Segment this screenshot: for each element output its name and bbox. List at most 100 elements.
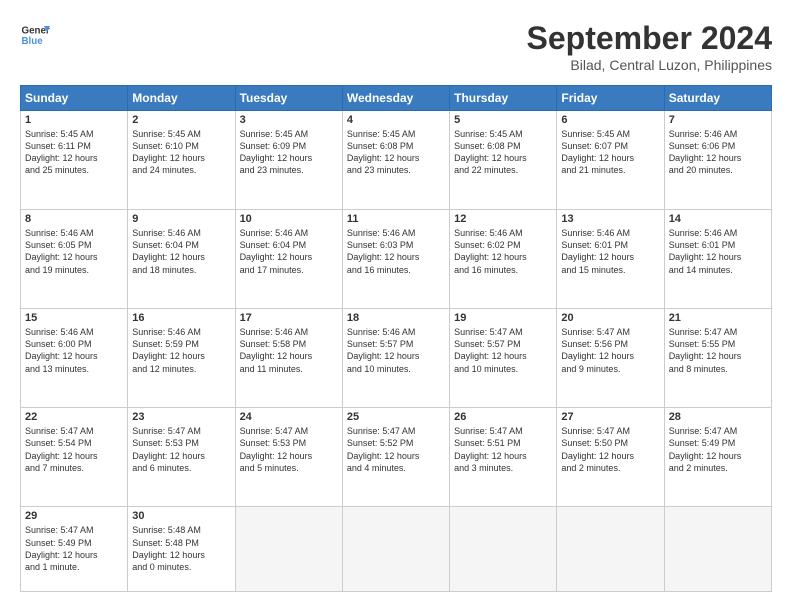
day-number: 4 — [347, 114, 445, 126]
day-number: 26 — [454, 411, 552, 423]
calendar-cell: 18 Sunrise: 5:46 AM Sunset: 5:57 PM Dayli… — [342, 309, 449, 408]
col-tuesday: Tuesday — [235, 86, 342, 111]
day-info: Sunrise: 5:47 AM Sunset: 5:54 PM Dayligh… — [25, 425, 123, 474]
day-info: Sunrise: 5:46 AM Sunset: 6:04 PM Dayligh… — [132, 227, 230, 276]
day-info: Sunrise: 5:45 AM Sunset: 6:08 PM Dayligh… — [454, 128, 552, 177]
day-info: Sunrise: 5:46 AM Sunset: 6:01 PM Dayligh… — [561, 227, 659, 276]
calendar-cell — [664, 507, 771, 592]
calendar-cell: 10 Sunrise: 5:46 AM Sunset: 6:04 PM Dayli… — [235, 210, 342, 309]
day-info: Sunrise: 5:45 AM Sunset: 6:07 PM Dayligh… — [561, 128, 659, 177]
calendar-cell: 16 Sunrise: 5:46 AM Sunset: 5:59 PM Dayli… — [128, 309, 235, 408]
calendar-cell: 19 Sunrise: 5:47 AM Sunset: 5:57 PM Dayli… — [450, 309, 557, 408]
day-number: 6 — [561, 114, 659, 126]
day-number: 22 — [25, 411, 123, 423]
calendar-page: General Blue September 2024 Bilad, Centr… — [0, 0, 792, 612]
day-number: 11 — [347, 213, 445, 225]
day-info: Sunrise: 5:46 AM Sunset: 6:05 PM Dayligh… — [25, 227, 123, 276]
calendar-cell: 2 Sunrise: 5:45 AM Sunset: 6:10 PM Daylig… — [128, 111, 235, 210]
table-row: 22 Sunrise: 5:47 AM Sunset: 5:54 PM Dayli… — [21, 408, 772, 507]
calendar-cell: 6 Sunrise: 5:45 AM Sunset: 6:07 PM Daylig… — [557, 111, 664, 210]
calendar-cell: 9 Sunrise: 5:46 AM Sunset: 6:04 PM Daylig… — [128, 210, 235, 309]
day-number: 10 — [240, 213, 338, 225]
day-number: 19 — [454, 312, 552, 324]
calendar-cell: 24 Sunrise: 5:47 AM Sunset: 5:53 PM Dayli… — [235, 408, 342, 507]
day-info: Sunrise: 5:46 AM Sunset: 6:04 PM Dayligh… — [240, 227, 338, 276]
month-title: September 2024 — [527, 20, 772, 57]
day-number: 18 — [347, 312, 445, 324]
day-number: 12 — [454, 213, 552, 225]
day-number: 24 — [240, 411, 338, 423]
day-number: 23 — [132, 411, 230, 423]
calendar-cell — [342, 507, 449, 592]
col-saturday: Saturday — [664, 86, 771, 111]
day-number: 1 — [25, 114, 123, 126]
calendar-cell: 8Sunrise: 5:46 AM Sunset: 6:05 PM Daylig… — [21, 210, 128, 309]
day-info: Sunrise: 5:45 AM Sunset: 6:09 PM Dayligh… — [240, 128, 338, 177]
location-subtitle: Bilad, Central Luzon, Philippines — [527, 57, 772, 73]
table-row: 1 Sunrise: 5:45 AM Sunset: 6:11 PM Daylig… — [21, 111, 772, 210]
calendar-cell: 30 Sunrise: 5:48 AM Sunset: 5:48 PM Dayli… — [128, 507, 235, 592]
day-number: 5 — [454, 114, 552, 126]
day-number: 21 — [669, 312, 767, 324]
day-number: 13 — [561, 213, 659, 225]
calendar-cell: 25Sunrise: 5:47 AM Sunset: 5:52 PM Dayli… — [342, 408, 449, 507]
day-number: 2 — [132, 114, 230, 126]
calendar-cell: 26Sunrise: 5:47 AM Sunset: 5:51 PM Dayli… — [450, 408, 557, 507]
day-info: Sunrise: 5:46 AM Sunset: 6:01 PM Dayligh… — [669, 227, 767, 276]
calendar-cell: 27Sunrise: 5:47 AM Sunset: 5:50 PM Dayli… — [557, 408, 664, 507]
day-info: Sunrise: 5:47 AM Sunset: 5:53 PM Dayligh… — [240, 425, 338, 474]
day-number: 17 — [240, 312, 338, 324]
day-info: Sunrise: 5:46 AM Sunset: 5:57 PM Dayligh… — [347, 326, 445, 375]
col-thursday: Thursday — [450, 86, 557, 111]
day-info: Sunrise: 5:47 AM Sunset: 5:53 PM Dayligh… — [132, 425, 230, 474]
table-row: 15 Sunrise: 5:46 AM Sunset: 6:00 PM Dayli… — [21, 309, 772, 408]
calendar-cell: 21 Sunrise: 5:47 AM Sunset: 5:55 PM Dayli… — [664, 309, 771, 408]
col-wednesday: Wednesday — [342, 86, 449, 111]
calendar-cell — [557, 507, 664, 592]
day-number: 30 — [132, 510, 230, 522]
day-number: 3 — [240, 114, 338, 126]
day-number: 20 — [561, 312, 659, 324]
calendar-cell: 13 Sunrise: 5:46 AM Sunset: 6:01 PM Dayli… — [557, 210, 664, 309]
calendar-cell: 7Sunrise: 5:46 AM Sunset: 6:06 PM Daylig… — [664, 111, 771, 210]
day-info: Sunrise: 5:47 AM Sunset: 5:55 PM Dayligh… — [669, 326, 767, 375]
calendar-cell: 28Sunrise: 5:47 AM Sunset: 5:49 PM Dayli… — [664, 408, 771, 507]
calendar-cell: 11 Sunrise: 5:46 AM Sunset: 6:03 PM Dayli… — [342, 210, 449, 309]
calendar-cell: 17 Sunrise: 5:46 AM Sunset: 5:58 PM Dayli… — [235, 309, 342, 408]
day-number: 28 — [669, 411, 767, 423]
day-info: Sunrise: 5:47 AM Sunset: 5:50 PM Dayligh… — [561, 425, 659, 474]
calendar-cell — [450, 507, 557, 592]
day-number: 15 — [25, 312, 123, 324]
day-number: 16 — [132, 312, 230, 324]
header-row: Sunday Monday Tuesday Wednesday Thursday… — [21, 86, 772, 111]
table-row: 29 Sunrise: 5:47 AM Sunset: 5:49 PM Dayli… — [21, 507, 772, 592]
day-number: 9 — [132, 213, 230, 225]
day-info: Sunrise: 5:48 AM Sunset: 5:48 PM Dayligh… — [132, 524, 230, 573]
calendar-cell — [235, 507, 342, 592]
day-number: 29 — [25, 510, 123, 522]
day-info: Sunrise: 5:47 AM Sunset: 5:49 PM Dayligh… — [25, 524, 123, 573]
calendar-table: Sunday Monday Tuesday Wednesday Thursday… — [20, 85, 772, 592]
calendar-cell: 29 Sunrise: 5:47 AM Sunset: 5:49 PM Dayli… — [21, 507, 128, 592]
logo-icon: General Blue — [20, 20, 50, 50]
day-info: Sunrise: 5:46 AM Sunset: 5:59 PM Dayligh… — [132, 326, 230, 375]
day-number: 14 — [669, 213, 767, 225]
day-info: Sunrise: 5:47 AM Sunset: 5:56 PM Dayligh… — [561, 326, 659, 375]
calendar-cell: 12 Sunrise: 5:46 AM Sunset: 6:02 PM Dayli… — [450, 210, 557, 309]
day-info: Sunrise: 5:46 AM Sunset: 6:00 PM Dayligh… — [25, 326, 123, 375]
table-row: 8Sunrise: 5:46 AM Sunset: 6:05 PM Daylig… — [21, 210, 772, 309]
day-number: 7 — [669, 114, 767, 126]
day-info: Sunrise: 5:45 AM Sunset: 6:11 PM Dayligh… — [25, 128, 123, 177]
calendar-cell: 15 Sunrise: 5:46 AM Sunset: 6:00 PM Dayli… — [21, 309, 128, 408]
day-info: Sunrise: 5:46 AM Sunset: 5:58 PM Dayligh… — [240, 326, 338, 375]
calendar-cell: 22 Sunrise: 5:47 AM Sunset: 5:54 PM Dayli… — [21, 408, 128, 507]
day-info: Sunrise: 5:46 AM Sunset: 6:03 PM Dayligh… — [347, 227, 445, 276]
day-info: Sunrise: 5:47 AM Sunset: 5:52 PM Dayligh… — [347, 425, 445, 474]
day-info: Sunrise: 5:45 AM Sunset: 6:10 PM Dayligh… — [132, 128, 230, 177]
day-info: Sunrise: 5:47 AM Sunset: 5:57 PM Dayligh… — [454, 326, 552, 375]
calendar-cell: 4Sunrise: 5:45 AM Sunset: 6:08 PM Daylig… — [342, 111, 449, 210]
col-friday: Friday — [557, 86, 664, 111]
svg-text:Blue: Blue — [22, 36, 44, 47]
logo: General Blue — [20, 20, 50, 50]
day-info: Sunrise: 5:46 AM Sunset: 6:02 PM Dayligh… — [454, 227, 552, 276]
